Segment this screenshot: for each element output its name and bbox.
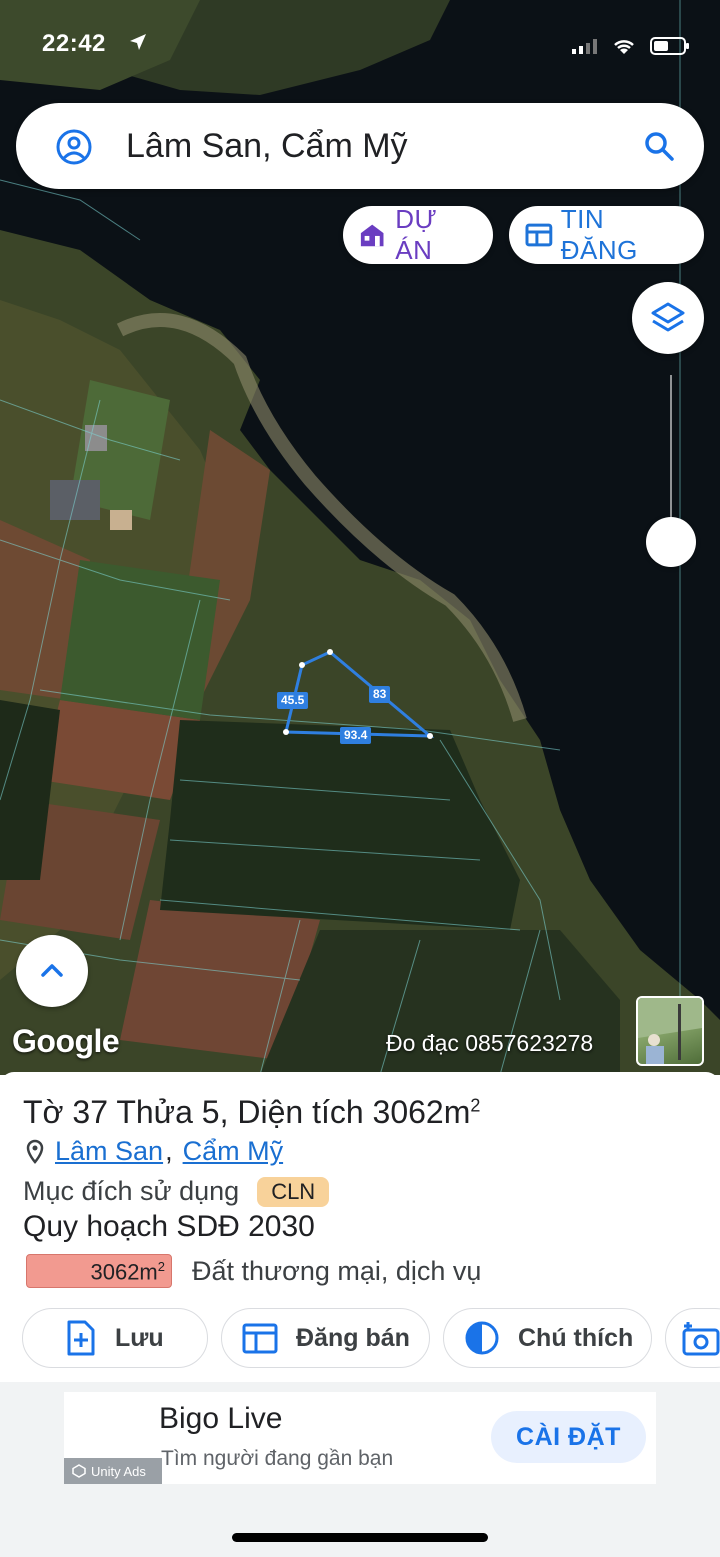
du-an-chip[interactable]: DỰ ÁN bbox=[343, 204, 493, 265]
layers-button[interactable] bbox=[632, 282, 704, 354]
chevron-up-icon bbox=[41, 964, 63, 977]
plan-area-value: 3062m bbox=[90, 1259, 158, 1285]
purpose-label: Mục đích sử dụng bbox=[23, 1176, 240, 1206]
plan-label: Quy hoạch SDĐ 2030 bbox=[23, 1210, 315, 1243]
add-photo-icon bbox=[682, 1322, 720, 1356]
signal-icon bbox=[572, 39, 597, 54]
expand-button[interactable] bbox=[16, 935, 88, 1007]
status-icons bbox=[572, 36, 690, 56]
plan-use-text: Đất thương mại, dịch vụ bbox=[192, 1255, 482, 1286]
location-separator: , bbox=[165, 1136, 173, 1166]
wifi-icon bbox=[614, 40, 634, 54]
plan-area-badge: 3062m2 bbox=[26, 1254, 172, 1288]
opacity-slider-track[interactable] bbox=[670, 375, 672, 535]
dimension-label: 83 bbox=[369, 686, 391, 703]
save-label: Lưu bbox=[115, 1323, 164, 1352]
location-district-link[interactable]: Cẩm Mỹ bbox=[183, 1136, 284, 1167]
add-document-icon bbox=[67, 1320, 95, 1356]
sell-label: Đăng bán bbox=[296, 1323, 410, 1352]
install-button[interactable]: CÀI ĐẶT bbox=[491, 1411, 646, 1463]
location-row: Lâm San, Cẩm Mỹ bbox=[25, 1136, 283, 1167]
sell-button[interactable]: Đăng bán bbox=[221, 1308, 430, 1368]
purpose-code-badge: CLN bbox=[257, 1176, 330, 1207]
status-bar: 22:42 bbox=[0, 0, 720, 95]
search-query[interactable]: Lâm San, Cẩm Mỹ bbox=[126, 127, 408, 166]
battery-icon bbox=[650, 37, 689, 55]
legend-label: Chú thích bbox=[518, 1323, 634, 1352]
building-icon bbox=[360, 224, 384, 247]
search-bar[interactable]: Lâm San, Cẩm Mỹ bbox=[16, 103, 704, 189]
ad-subtitle: Tìm người đang gần bạn bbox=[161, 1447, 394, 1470]
home-indicator[interactable] bbox=[232, 1533, 488, 1542]
parcel-title-text: Tờ 37 Thửa 5, Diện tích 3062m bbox=[23, 1094, 471, 1130]
google-attribution: Google bbox=[12, 1023, 120, 1059]
save-button[interactable]: Lưu bbox=[22, 1308, 208, 1368]
action-bar: Lưu Đăng bán Chú thích bbox=[22, 1308, 720, 1368]
map-view[interactable]: 45.5 83 93.4 22:42 Lâm San, Cẩm Mỹ DỰ ÁN… bbox=[0, 0, 720, 1075]
plan-area-sup: 2 bbox=[157, 1259, 165, 1274]
unity-icon bbox=[72, 1464, 86, 1478]
ad-banner-area: Bigo Live Tìm người đang gần bạn CÀI ĐẶT… bbox=[0, 1382, 720, 1557]
search-icon[interactable] bbox=[642, 129, 676, 163]
street-photo-thumbnail[interactable] bbox=[636, 996, 704, 1066]
contrast-icon bbox=[465, 1321, 499, 1355]
legend-button[interactable]: Chú thích bbox=[443, 1308, 652, 1368]
purpose-row: Mục đích sử dụng CLN bbox=[23, 1176, 330, 1207]
opacity-slider-thumb[interactable] bbox=[646, 517, 696, 567]
profile-icon[interactable] bbox=[56, 129, 92, 165]
parcel-title: Tờ 37 Thửa 5, Diện tích 3062m2 bbox=[23, 1094, 480, 1131]
photo-thumbnail-image bbox=[638, 998, 702, 1064]
ad-network-badge: Unity Ads bbox=[64, 1458, 162, 1484]
tin-dang-label: TIN ĐĂNG bbox=[560, 204, 638, 265]
calendar-icon bbox=[242, 1323, 278, 1354]
dimension-label: 93.4 bbox=[340, 727, 372, 744]
pin-icon bbox=[26, 1139, 44, 1164]
surveyor-watermark: Đo đạc 0857623278 bbox=[386, 1030, 594, 1056]
layers-icon bbox=[651, 302, 685, 332]
ad-network-label: Unity Ads bbox=[91, 1463, 146, 1479]
add-photo-button[interactable] bbox=[665, 1308, 720, 1368]
status-time: 22:42 bbox=[42, 30, 106, 57]
plan-area-row: 3062m2 Đất thương mại, dịch vụ bbox=[26, 1254, 481, 1288]
ad-title: Bigo Live bbox=[159, 1402, 283, 1435]
parcel-info-panel: Tờ 37 Thửa 5, Diện tích 3062m2 Lâm San, C… bbox=[0, 1072, 720, 1382]
parcel-title-sup: 2 bbox=[470, 1095, 481, 1116]
tin-dang-chip[interactable]: TIN ĐĂNG bbox=[509, 204, 704, 265]
du-an-label: DỰ ÁN bbox=[395, 204, 438, 265]
listing-icon bbox=[525, 223, 553, 247]
location-arrow-icon bbox=[130, 34, 146, 50]
dimension-label: 45.5 bbox=[277, 692, 309, 709]
location-ward-link[interactable]: Lâm San bbox=[55, 1136, 163, 1167]
